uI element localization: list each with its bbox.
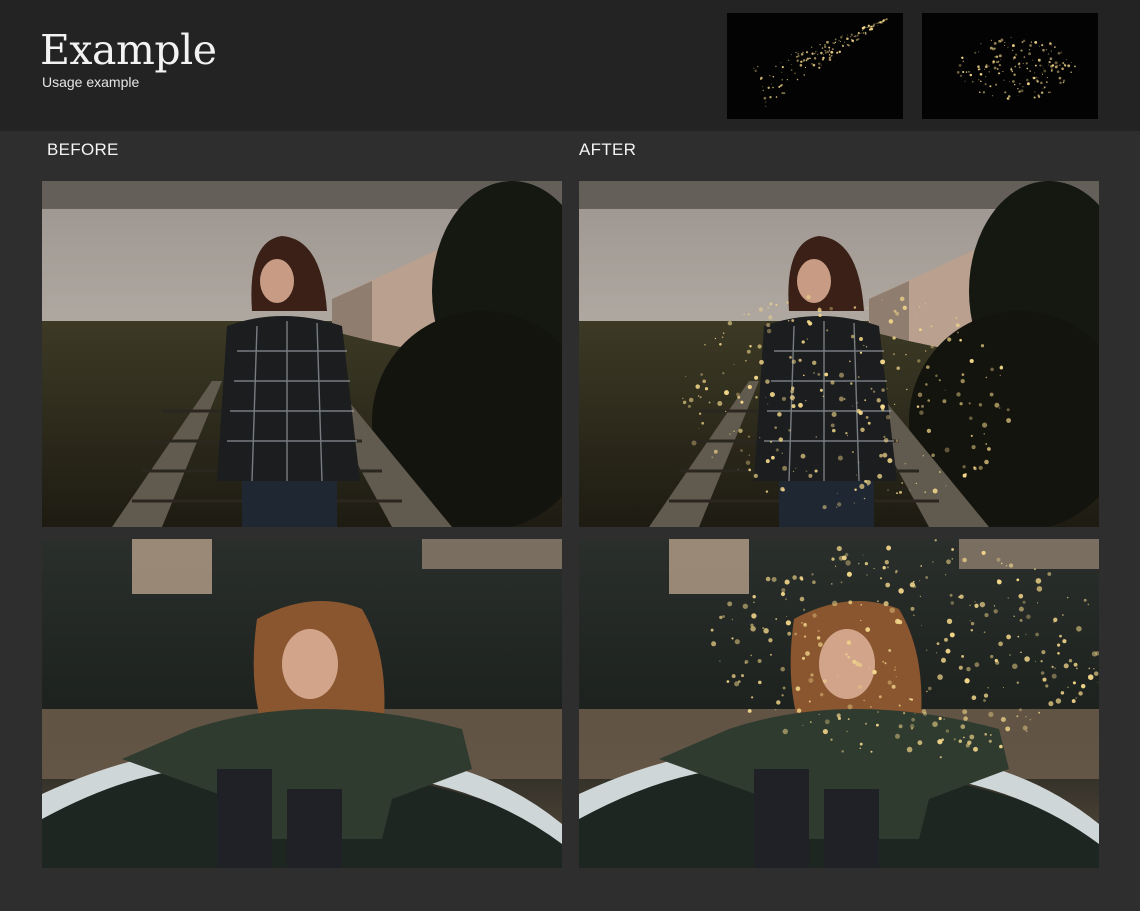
photo-boat-before	[42, 539, 562, 868]
dust-cloud-preview	[922, 13, 1098, 119]
dust-spray-preview	[727, 13, 903, 119]
photo-railway-after	[579, 181, 1099, 527]
page-subtitle: Usage example	[42, 74, 140, 90]
after-label: AFTER	[579, 140, 637, 159]
photo-railway-before	[42, 181, 562, 527]
page-title: Example	[40, 26, 217, 74]
photo-boat-after	[579, 539, 1099, 868]
header-bar: Example Usage example	[0, 0, 1140, 131]
before-label: BEFORE	[47, 140, 119, 159]
